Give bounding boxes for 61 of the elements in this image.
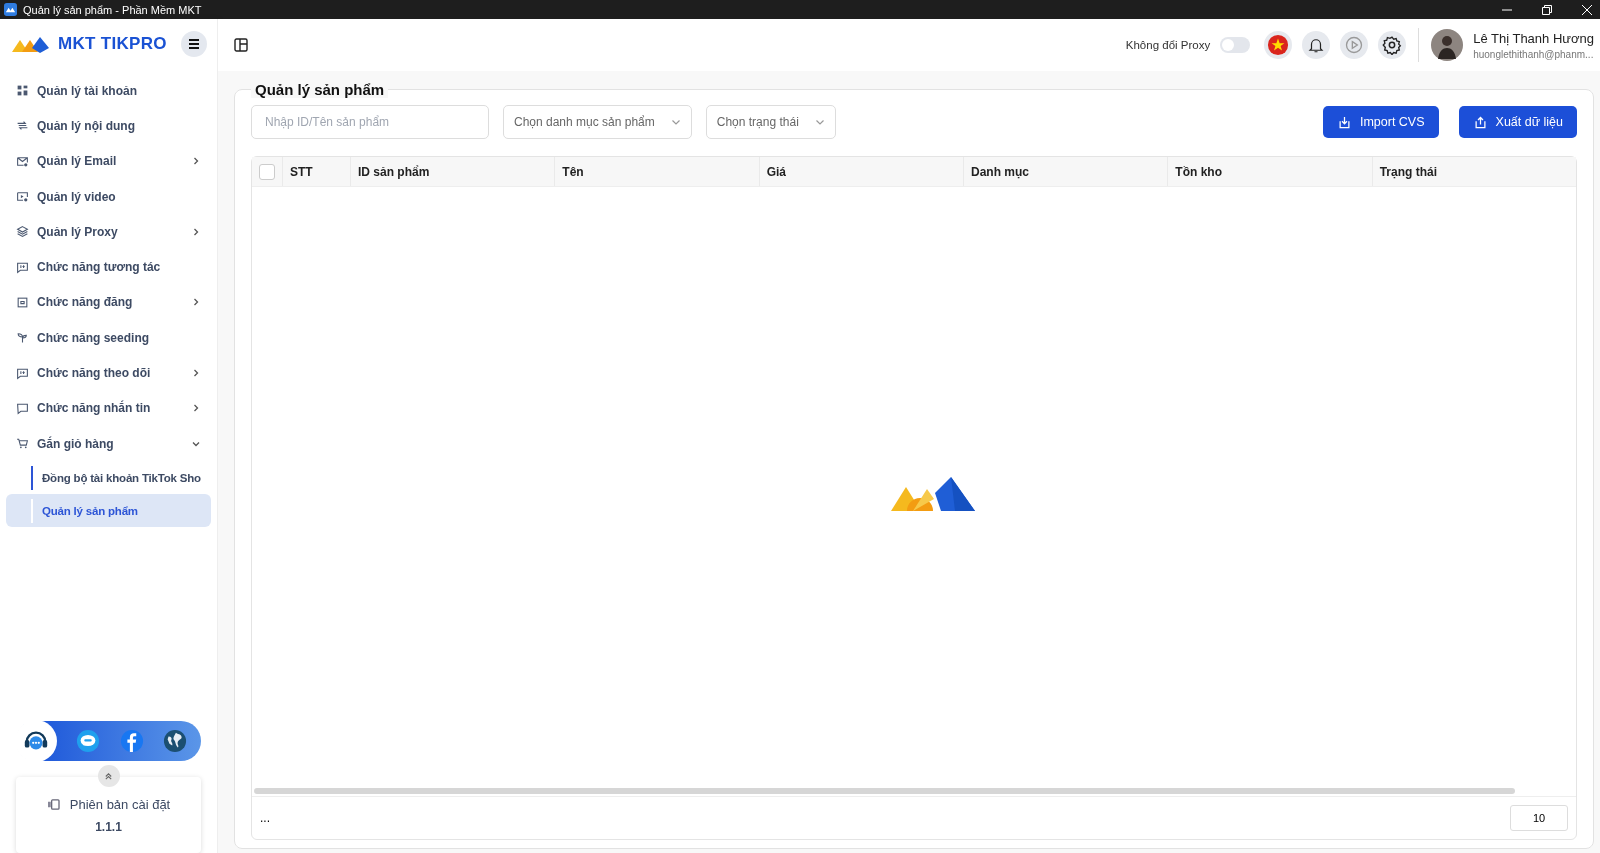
avatar[interactable] [1431,29,1464,61]
export-button[interactable]: Xuất dữ liệu [1458,106,1577,138]
sidebar-item[interactable]: Quản lý nội dung [6,108,211,144]
sidebar-subitem[interactable]: Quản lý sản phẩm [6,494,211,528]
panel-toggle-icon[interactable] [234,38,248,52]
sidebar-item[interactable]: Chức năng tương tác [6,249,211,285]
version-label: Phiên bản cài đặt [69,796,171,812]
column-header: Danh mục [971,164,1029,179]
brand-name: MKT TIKPRO [58,34,167,54]
window-title: Quản lý sản phẩm - Phần Mềm MKT [23,3,202,16]
sidebar-item[interactable]: Quản lý tài khoản [6,73,211,109]
column-header: STT [290,164,313,179]
scrollbar[interactable] [254,788,1515,794]
column-header: Tên [562,164,584,179]
column-header: Trạng thái [1379,164,1437,179]
notification-button[interactable] [1302,31,1331,59]
select-all-checkbox[interactable] [259,163,275,180]
column-header: Giá [766,164,786,179]
filter-dropdown[interactable]: Chọn danh mục sản phẩm [503,105,692,139]
chevron-down-icon [814,117,825,127]
sidebar-item[interactable]: Chức năng theo dõi [6,355,211,391]
sidebar-item[interactable]: Quản lý Proxy [6,214,211,250]
column-header: ID sản phẩm [358,164,430,179]
filter-dropdown[interactable]: Chọn trạng thái [705,105,836,139]
user-name: Lê Thị Thanh Hương [1473,30,1594,46]
sidebar-item[interactable]: Quản lý video [6,178,211,215]
language-button[interactable] [1264,31,1293,59]
sidebar-item[interactable]: Quản lý Email [6,143,211,179]
app-icon [4,3,17,16]
pagination-ellipsis: ... [260,811,270,825]
proxy-label: Không đổi Proxy [1125,39,1211,51]
device-icon [46,798,60,810]
close-icon[interactable] [1582,4,1592,15]
play-button[interactable] [1340,31,1369,59]
settings-icon [1382,35,1403,55]
sidebar-item[interactable]: Gắn giỏ hàng [6,425,211,462]
sidebar-item[interactable]: Chức năng nhắn tin [6,390,211,426]
bell-icon [1307,36,1326,54]
upload-icon [1472,114,1488,130]
sidebar-subitem[interactable]: Đồng bộ tài khoản TikTok Sho [6,461,211,495]
import-button[interactable]: Import CVS [1322,106,1439,138]
restore-icon[interactable] [1542,4,1552,15]
chat-bubble-icon[interactable] [76,729,101,753]
version-number: 1.1.1 [95,819,122,834]
play-icon [1344,35,1365,55]
user-email: huonglethithanh@phanm... [1473,48,1594,60]
chevron-down-icon [670,117,681,127]
sidebar-item[interactable]: Chức năng seeding [6,320,211,356]
search-field[interactable]: Nhập ID/Tên sản phẩm [251,105,489,139]
page-size-field[interactable]: 10 [1510,805,1568,831]
proxy-toggle[interactable] [1220,37,1251,53]
menu-button[interactable] [181,31,207,57]
page-title: Quản lý sản phẩm [251,81,389,98]
flag-icon [1267,34,1290,56]
collapse-button[interactable] [97,765,120,787]
sidebar-item[interactable]: Chức năng đăng [6,284,211,321]
facebook-icon[interactable] [119,729,144,753]
download-icon [1336,114,1352,130]
double-chevron-up-icon [104,771,113,781]
column-header: Tồn kho [1175,164,1222,179]
settings-button[interactable] [1378,31,1407,59]
